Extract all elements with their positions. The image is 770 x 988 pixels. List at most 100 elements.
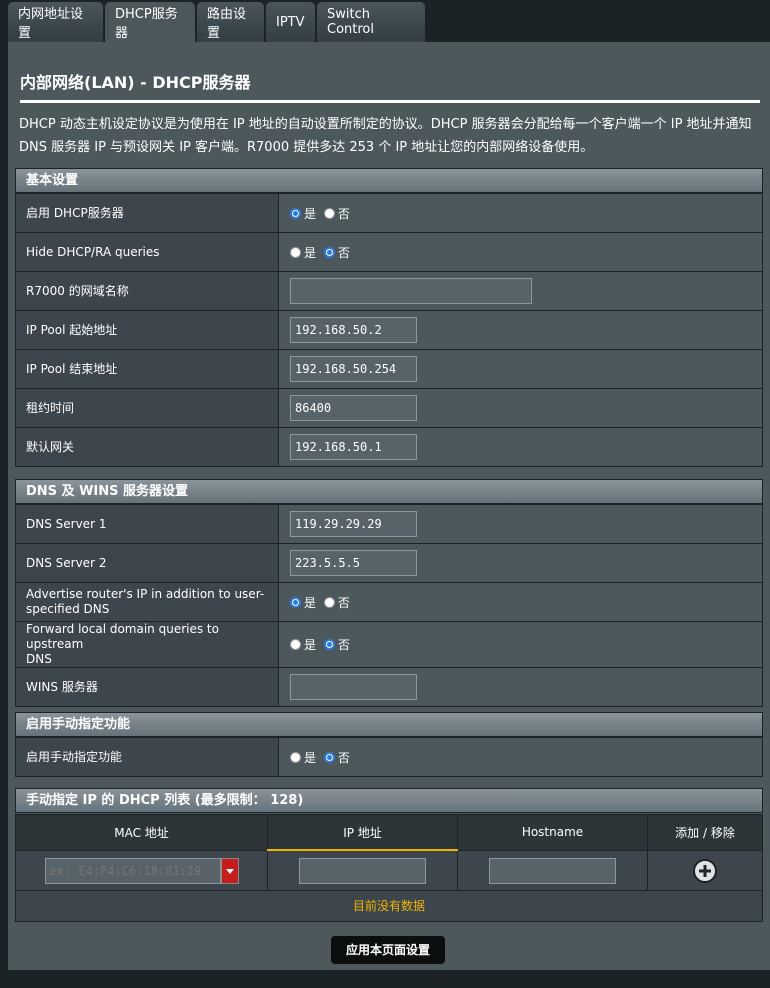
radio-empty-icon (290, 751, 301, 763)
pool-end-input[interactable] (290, 356, 417, 382)
radio-selected-icon (323, 246, 335, 258)
field-label: 启用 DHCP服务器 (15, 193, 279, 233)
tab-label: 内网地址设置 (18, 7, 84, 41)
section-header-dhcp-list: 手动指定 IP 的 DHCP 列表 (最多限制： 128) (15, 788, 763, 813)
description-line: DNS 服务器 IP 与预设网关 IP 客户端。R7000 提供多达 253 个… (19, 140, 594, 155)
title-divider (20, 100, 760, 103)
radio-label: 是 (304, 638, 317, 652)
ip-address-input[interactable] (299, 858, 426, 884)
domain-name-input[interactable] (290, 278, 532, 304)
field-label: DNS Server 2 (15, 543, 279, 583)
column-header-action: 添加 / 移除 (647, 814, 763, 851)
tab-switch-control[interactable]: Switch Control (317, 2, 425, 42)
tab-label: Switch Control (327, 7, 374, 37)
radio-selected-icon (290, 596, 301, 608)
list-header-row: MAC 地址 IP 地址 Hostname 添加 / 移除 (15, 814, 763, 851)
field-label: 租约时间 (15, 388, 279, 428)
dns-settings-table: DNS Server 1 DNS Server 2 Advertise rout… (15, 504, 763, 707)
add-circle-icon[interactable] (692, 858, 718, 884)
tab-route[interactable]: 路由设置 (197, 2, 264, 42)
mac-combo (44, 857, 239, 884)
pool-start-input[interactable] (290, 317, 417, 343)
main-panel: 内部网络(LAN) - DHCP服务器 DHCP 动态主机设定协议是为使用在 I… (8, 42, 770, 970)
page-title: 内部网络(LAN) - DHCP服务器 (20, 73, 251, 92)
field-label: Forward local domain queries to upstream… (15, 621, 279, 668)
radio-label: 是 (304, 245, 317, 260)
row-hide-dhcp: Hide DHCP/RA queries 是 否 (15, 232, 763, 272)
radio-empty-icon (290, 639, 301, 650)
field-label: IP Pool 结束地址 (15, 349, 279, 389)
field-label: WINS 服务器 (15, 667, 279, 707)
tab-iptv[interactable]: IPTV (266, 2, 315, 42)
manual-no-radio[interactable]: 否 (323, 749, 350, 766)
row-gateway: 默认网关 (15, 427, 763, 467)
forward-yes-radio[interactable]: 是 (290, 636, 316, 653)
row-manual-enable: 启用手动指定功能 是 否 (15, 737, 763, 777)
field-label: Advertise router's IP in addition to use… (15, 582, 279, 622)
row-pool-start: IP Pool 起始地址 (15, 310, 763, 350)
dns1-input[interactable] (290, 511, 417, 537)
radio-label: 否 (337, 245, 350, 260)
radio-selected-icon (323, 639, 335, 650)
radio-label: 是 (304, 206, 317, 221)
label-line: Forward local domain queries to upstream (26, 622, 219, 651)
row-forward-local: Forward local domain queries to upstream… (15, 621, 763, 668)
tab-dhcp-server[interactable]: DHCP服务器 (105, 2, 195, 42)
forward-no-radio[interactable]: 否 (323, 636, 350, 653)
field-label: 默认网关 (15, 427, 279, 467)
dns2-input[interactable] (290, 550, 417, 576)
column-header-hostname: Hostname (457, 814, 648, 851)
label-line: Advertise router's IP in addition to use… (26, 587, 265, 601)
section-header-basic: 基本设置 (15, 168, 763, 193)
gateway-input[interactable] (290, 434, 417, 460)
tab-bar: 内网地址设置 DHCP服务器 路由设置 IPTV Switch Control (8, 0, 425, 42)
section-header-dns: DNS 及 WINS 服务器设置 (15, 479, 763, 504)
hide-dhcp-no-radio[interactable]: 否 (323, 244, 350, 261)
dropdown-arrow-icon[interactable] (220, 857, 239, 884)
tab-lan-ip[interactable]: 内网地址设置 (8, 2, 103, 42)
lease-time-input[interactable] (290, 395, 417, 421)
advertise-yes-radio[interactable]: 是 (290, 594, 316, 611)
label-line: DNS (26, 652, 52, 666)
radio-empty-icon (323, 207, 335, 219)
radio-empty-icon (323, 596, 335, 608)
enable-dhcp-yes-radio[interactable]: 是 (290, 205, 316, 222)
manual-radio-group: 是 否 (278, 737, 763, 777)
manual-settings-table: 启用手动指定功能 是 否 (15, 737, 763, 777)
wins-input[interactable] (290, 674, 417, 700)
list-input-row (15, 849, 763, 892)
hostname-input[interactable] (489, 857, 616, 884)
hide-dhcp-yes-radio[interactable]: 是 (290, 244, 316, 261)
row-dns2: DNS Server 2 (15, 543, 763, 583)
advertise-no-radio[interactable]: 否 (323, 594, 350, 611)
dhcp-list-table: MAC 地址 IP 地址 Hostname 添加 / 移除 (15, 814, 763, 892)
description-line: DHCP 动态主机设定协议是为使用在 IP 地址的自动设置所制定的协议。DHCP… (19, 117, 752, 132)
tab-label: 路由设置 (207, 7, 247, 41)
tab-label: IPTV (276, 14, 305, 30)
radio-selected-icon (323, 751, 335, 763)
row-dns1: DNS Server 1 (15, 504, 763, 544)
forward-radio-group: 是 否 (278, 621, 763, 668)
radio-selected-icon (290, 207, 301, 219)
row-lease-time: 租约时间 (15, 388, 763, 428)
radio-label: 否 (337, 750, 350, 765)
basic-settings-table: 启用 DHCP服务器 是 否 Hide DHCP/RA queries 是 否 … (15, 193, 763, 467)
advertise-radio-group: 是 否 (278, 582, 763, 622)
field-label: Hide DHCP/RA queries (15, 232, 279, 272)
column-header-ip: IP 地址 (267, 814, 458, 851)
row-advertise-router: Advertise router's IP in addition to use… (15, 582, 763, 622)
tab-label: DHCP服务器 (115, 7, 178, 41)
enable-dhcp-radio-group: 是 否 (278, 193, 763, 233)
mac-address-input[interactable] (44, 857, 221, 884)
radio-empty-icon (290, 246, 301, 258)
no-data-message: 目前没有数据 (15, 890, 763, 922)
apply-button[interactable]: 应用本页面设置 (330, 935, 446, 965)
field-label: DNS Server 1 (15, 504, 279, 544)
enable-dhcp-no-radio[interactable]: 否 (323, 205, 350, 222)
radio-label: 是 (304, 595, 317, 610)
radio-label: 是 (304, 750, 317, 765)
column-header-mac: MAC 地址 (15, 814, 268, 851)
row-domain-name: R7000 的网域名称 (15, 271, 763, 311)
manual-yes-radio[interactable]: 是 (290, 749, 316, 766)
radio-label: 否 (337, 206, 350, 221)
